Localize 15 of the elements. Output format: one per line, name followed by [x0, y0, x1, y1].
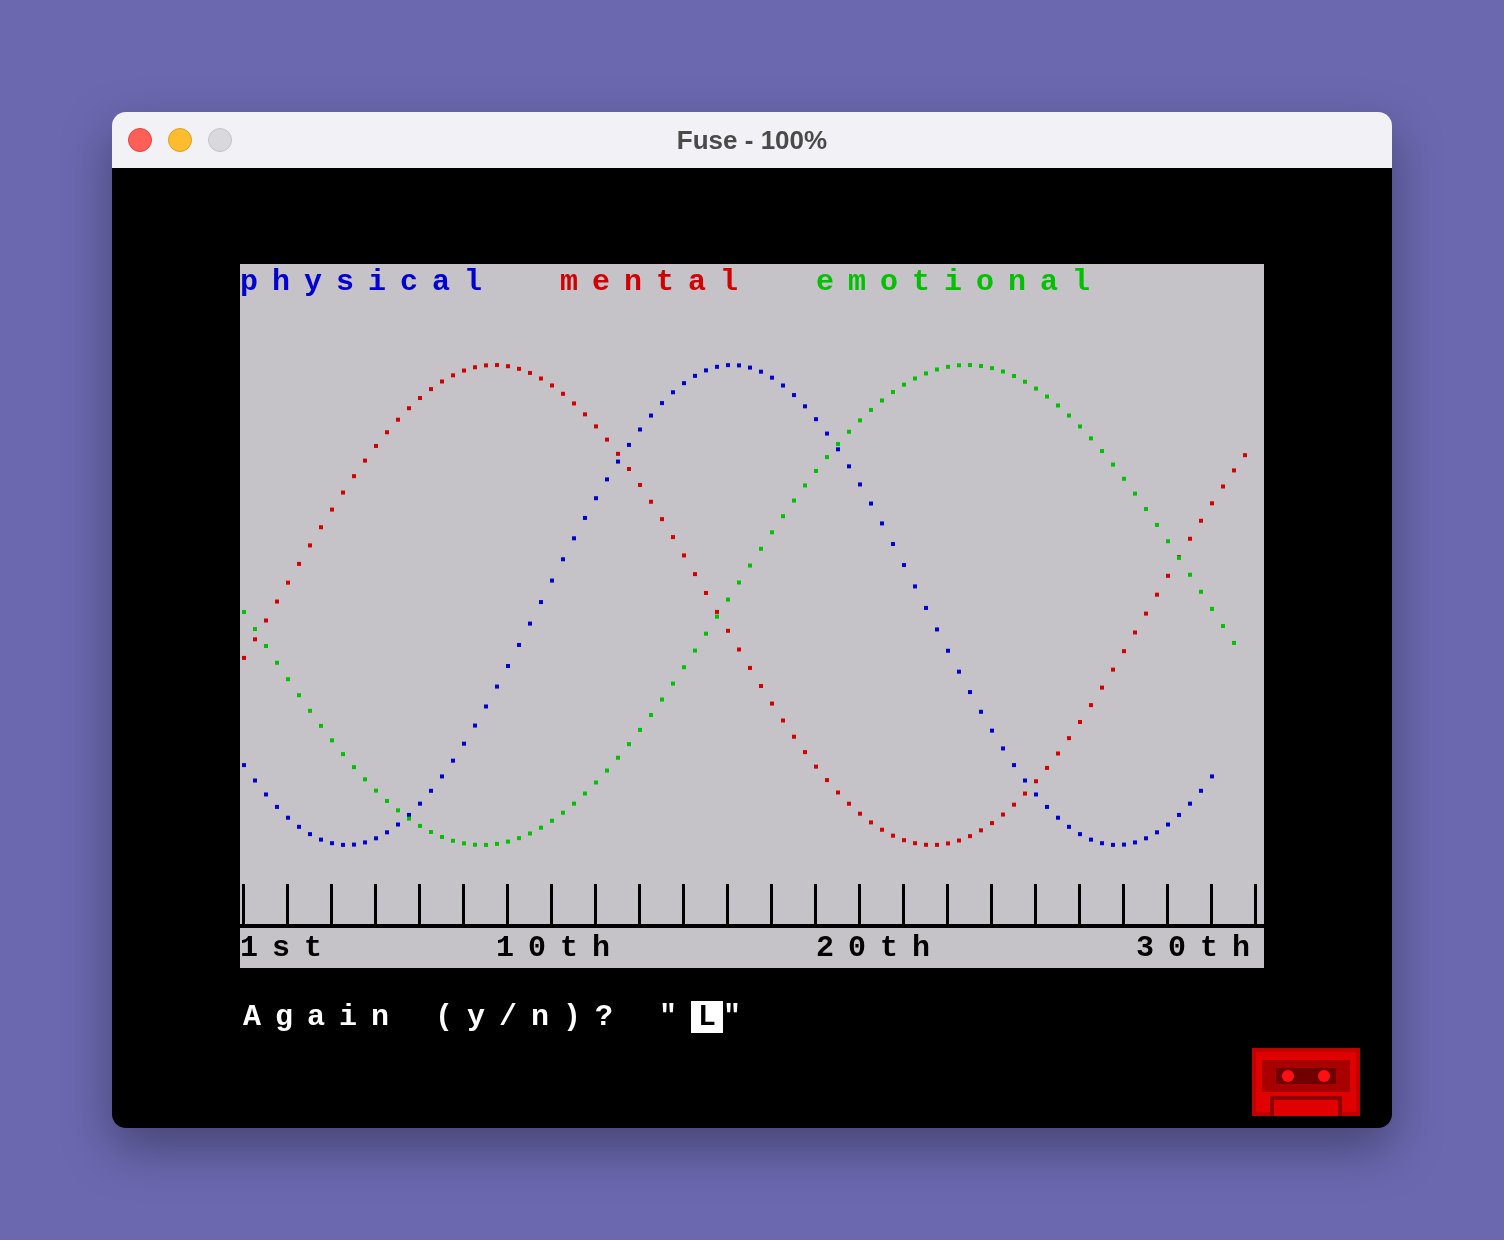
window-title: Fuse - 100% — [676, 124, 828, 156]
close-button[interactable] — [128, 128, 152, 152]
zoom-button[interactable] — [208, 128, 232, 152]
axis-label: 1st — [240, 932, 336, 964]
axis-label: 30th — [1136, 932, 1264, 964]
text-cursor: L — [691, 1001, 724, 1033]
legend-label: emotional — [816, 266, 1105, 298]
prompt-quote: " — [723, 1001, 756, 1033]
prompt-text: Again (y/n)? " — [243, 1001, 692, 1033]
axis-label: 10th — [496, 932, 624, 964]
legend-label: mental — [560, 266, 753, 298]
legend-label: physical — [240, 266, 497, 298]
minimize-button[interactable] — [168, 128, 192, 152]
axis-label: 20th — [816, 932, 944, 964]
cassette-icon — [1252, 1048, 1360, 1116]
